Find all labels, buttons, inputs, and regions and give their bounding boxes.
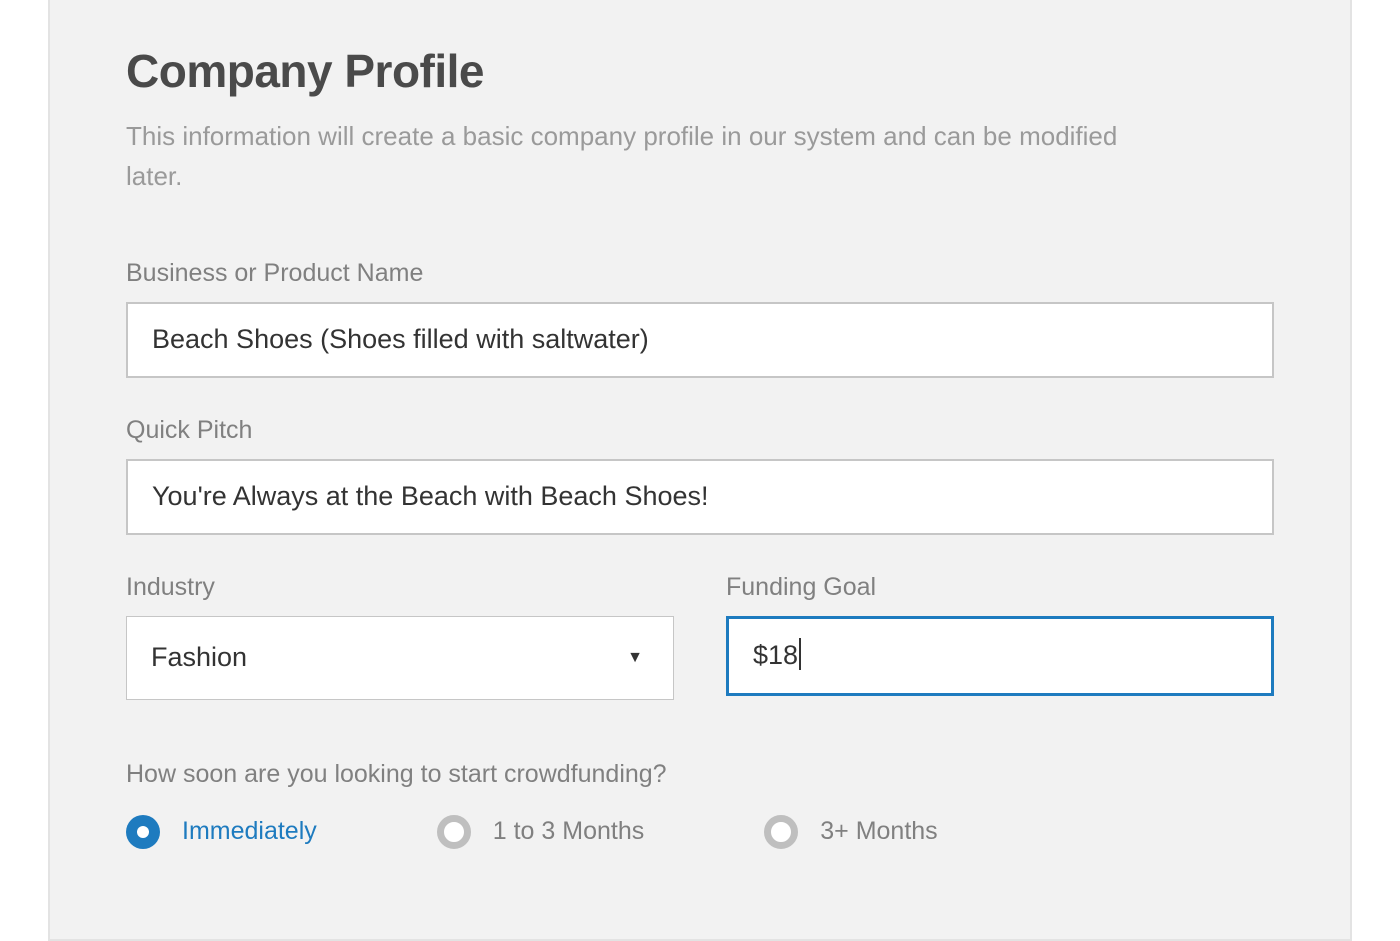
radio-selected-icon bbox=[126, 815, 160, 849]
industry-select[interactable]: Fashion ▼ bbox=[126, 616, 674, 700]
chevron-down-icon: ▼ bbox=[627, 649, 643, 667]
business-name-label: Business or Product Name bbox=[126, 259, 1274, 288]
funding-goal-value: $18 bbox=[753, 640, 798, 671]
funding-goal-label: Funding Goal bbox=[726, 573, 1274, 602]
page-title: Company Profile bbox=[126, 44, 1274, 98]
radio-option-1-to-3-months[interactable]: 1 to 3 Months bbox=[437, 815, 644, 849]
industry-select-value: Fashion bbox=[151, 642, 627, 673]
industry-funding-row: Industry Fashion ▼ Funding Goal $18 bbox=[126, 573, 1274, 700]
company-profile-panel: Company Profile This information will cr… bbox=[48, 0, 1352, 941]
radio-label-immediately: Immediately bbox=[182, 817, 317, 846]
industry-label: Industry bbox=[126, 573, 674, 602]
funding-goal-col: Funding Goal $18 bbox=[726, 573, 1274, 700]
business-name-input[interactable] bbox=[126, 302, 1274, 378]
radio-option-immediately[interactable]: Immediately bbox=[126, 815, 317, 849]
industry-col: Industry Fashion ▼ bbox=[126, 573, 674, 700]
radio-label-1-to-3-months: 1 to 3 Months bbox=[493, 817, 644, 846]
quick-pitch-label: Quick Pitch bbox=[126, 416, 1274, 445]
crowdfunding-radio-row: Immediately 1 to 3 Months 3+ Months bbox=[126, 815, 1274, 849]
funding-goal-input[interactable]: $18 bbox=[726, 616, 1274, 696]
radio-unselected-icon bbox=[437, 815, 471, 849]
text-cursor-icon bbox=[799, 638, 801, 670]
quick-pitch-input[interactable] bbox=[126, 459, 1274, 535]
radio-option-3-plus-months[interactable]: 3+ Months bbox=[764, 815, 937, 849]
radio-label-3-plus-months: 3+ Months bbox=[820, 817, 937, 846]
quick-pitch-field-group: Quick Pitch bbox=[126, 416, 1274, 535]
crowdfunding-question: How soon are you looking to start crowdf… bbox=[126, 760, 1274, 789]
radio-unselected-icon bbox=[764, 815, 798, 849]
business-name-field-group: Business or Product Name bbox=[126, 259, 1274, 378]
page-subtitle: This information will create a basic com… bbox=[126, 116, 1126, 197]
crowdfunding-timing-group: How soon are you looking to start crowdf… bbox=[126, 760, 1274, 849]
